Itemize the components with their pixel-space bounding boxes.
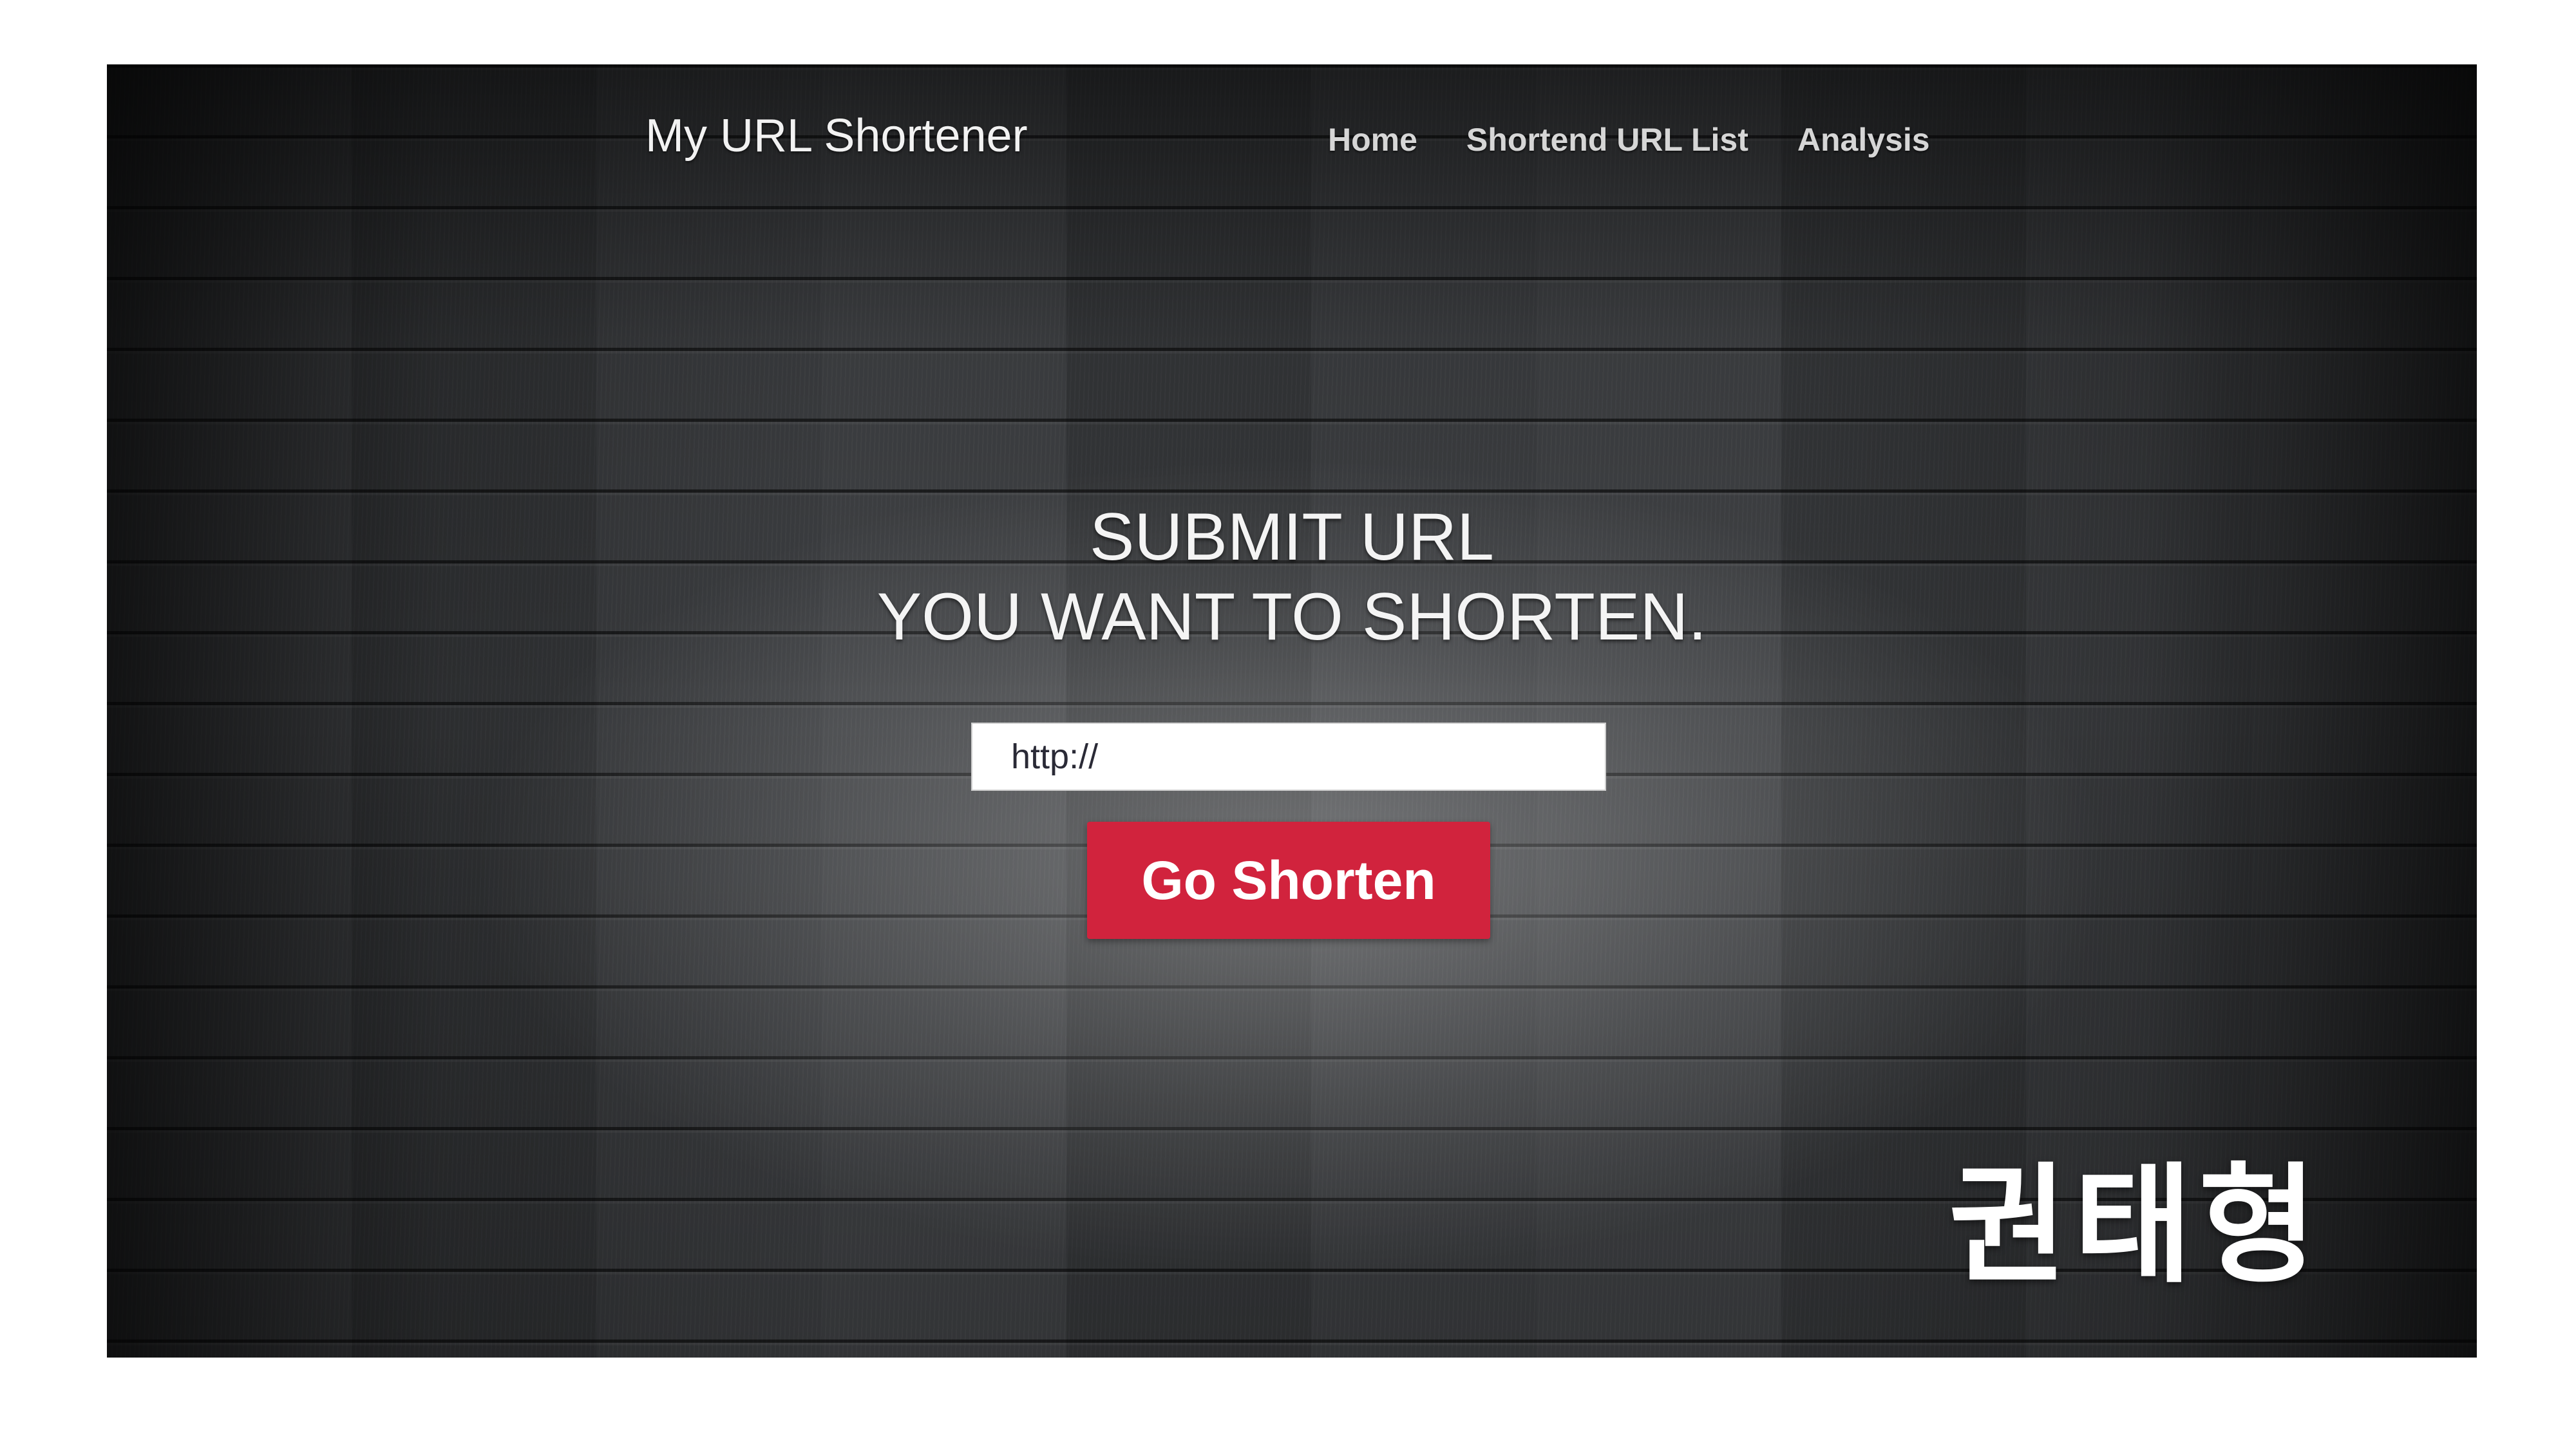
nav-item-home[interactable]: Home — [1328, 121, 1417, 158]
hero-heading-line-2: YOU WANT TO SHORTEN. — [876, 580, 1707, 654]
author-name: 권태형 — [1949, 1151, 2324, 1301]
nav-item-shortend-url-list[interactable]: Shortend URL List — [1466, 121, 1748, 158]
hero-heading: SUBMIT URL YOU WANT TO SHORTEN. — [107, 497, 2477, 657]
go-shorten-button[interactable]: Go Shorten — [1087, 822, 1490, 939]
brand-title[interactable]: My URL Shortener — [645, 109, 1028, 162]
url-input[interactable] — [971, 723, 1606, 791]
top-nav: Home Shortend URL List Analysis — [1328, 121, 1930, 158]
page-background: My URL Shortener Home Shortend URL List … — [107, 64, 2477, 1358]
hero-heading-line-1: SUBMIT URL — [1090, 500, 1494, 574]
nav-item-analysis[interactable]: Analysis — [1797, 121, 1930, 158]
